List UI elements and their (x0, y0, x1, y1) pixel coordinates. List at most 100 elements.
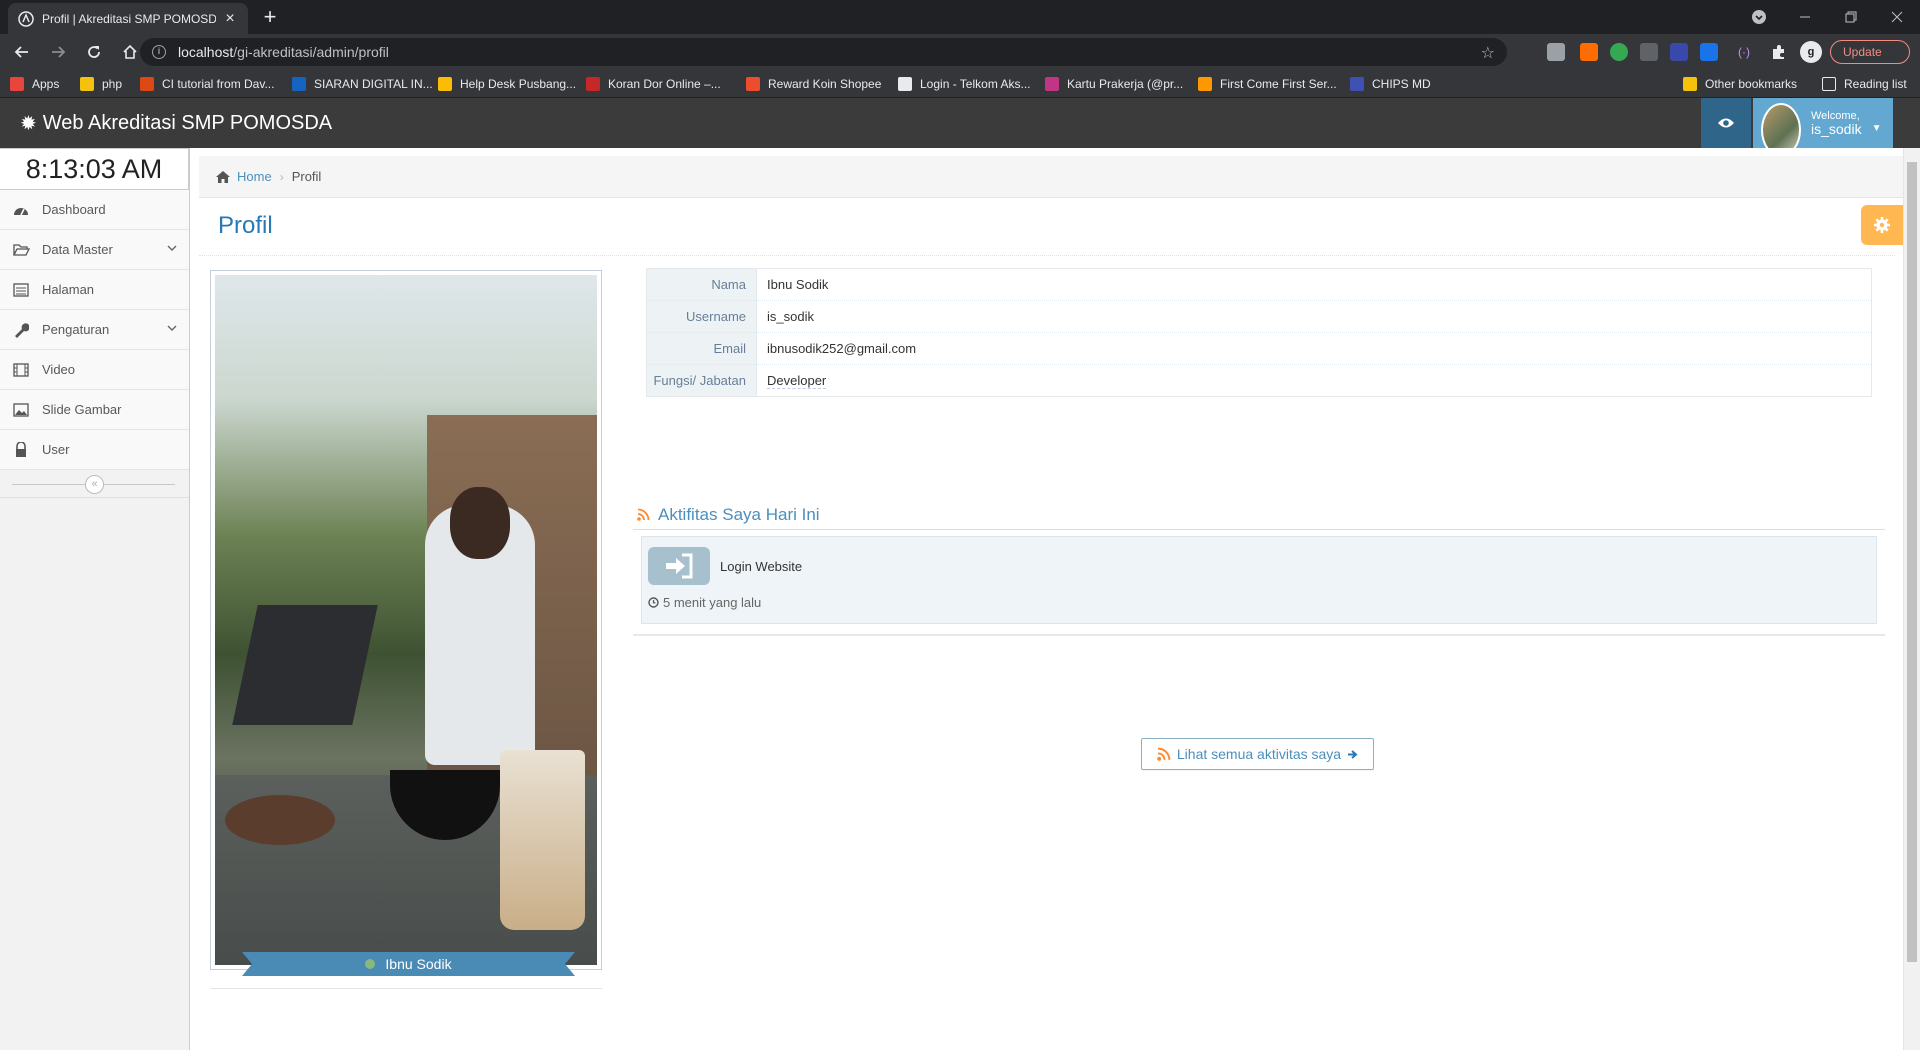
site-favicon-icon (18, 10, 34, 27)
dashboard-icon (12, 202, 30, 218)
minimize-icon[interactable] (1782, 0, 1828, 34)
extension-icon[interactable]: (·) (1738, 43, 1756, 61)
other-bookmarks[interactable]: Other bookmarks (1683, 76, 1797, 92)
extension-icon[interactable] (1670, 43, 1688, 61)
address-bar[interactable]: i localhost/gi-akreditasi/admin/profil ☆ (140, 38, 1507, 66)
chevron-down-icon (167, 325, 177, 331)
eye-icon (1718, 118, 1734, 128)
list-icon (12, 282, 30, 298)
sidebar-item-user[interactable]: User (0, 430, 189, 470)
bookmark-item[interactable]: Reward Koin Shopee (746, 76, 881, 92)
sidebar-item-label: Dashboard (42, 202, 106, 217)
bookmark-item[interactable]: Login - Telkom Aks... (898, 76, 1031, 92)
site-info-icon[interactable]: i (152, 45, 166, 59)
bookmark-item[interactable]: SIARAN DIGITAL IN... (292, 76, 433, 92)
profile-row: Fungsi/ Jabatan Developer (646, 364, 1872, 397)
bookmark-star-icon[interactable]: ☆ (1481, 43, 1495, 63)
tab-close-icon[interactable]: × (222, 10, 238, 27)
sidebar-item-label: Halaman (42, 282, 95, 297)
activity-label: Login Website (720, 559, 803, 574)
sidebar-item-dashboard[interactable]: Dashboard (0, 190, 189, 230)
extension-icon[interactable] (1547, 43, 1565, 61)
url-path: /gi-akreditasi/admin/profil (233, 44, 389, 60)
profile-key: Username (646, 300, 757, 333)
app-brand[interactable]: ✹ Web Akreditasi SMP POMOSDA (20, 111, 332, 136)
bookmark-item[interactable]: php (80, 76, 122, 92)
activity-header: Aktifitas Saya Hari Ini (633, 500, 1885, 530)
user-lock-icon (12, 441, 30, 458)
new-tab-button[interactable]: + (258, 6, 282, 30)
page-scrollbar-thumb[interactable] (1907, 162, 1917, 962)
bookmark-favicon-icon (80, 77, 94, 91)
bookmark-item[interactable]: Apps (10, 76, 59, 92)
bookmark-item[interactable]: Koran Dor Online –... (586, 76, 721, 92)
breadcrumb-current: Profil (291, 169, 322, 184)
breadcrumb-home-link[interactable]: Home (237, 169, 272, 184)
bookmark-label: Help Desk Pusbang... (460, 77, 577, 91)
divider (210, 988, 602, 989)
page-header: Profil (199, 206, 1895, 256)
breadcrumb-separator-icon: › (279, 169, 284, 184)
extensions-puzzle-icon[interactable] (1770, 43, 1788, 61)
page-scrollbar[interactable] (1903, 148, 1920, 1050)
main-content: Home › Profil Profil Ibnu Sodik Nama Ibnu… (191, 148, 1903, 1050)
sidebar-item-video[interactable]: Video (0, 350, 189, 390)
bookmark-favicon-icon (1350, 77, 1364, 91)
profile-key: Fungsi/ Jabatan (646, 364, 757, 397)
photo-cake (225, 795, 335, 845)
sidebar-item-pengaturan[interactable]: Pengaturan (0, 310, 189, 350)
restore-icon[interactable] (1828, 0, 1874, 34)
extension-icon[interactable] (1700, 43, 1718, 61)
extension-icon[interactable] (1580, 43, 1598, 61)
profile-photo[interactable] (215, 275, 597, 965)
bookmark-item[interactable]: CHIPS MD (1350, 76, 1431, 92)
view-all-activity-button[interactable]: Lihat semua aktivitas saya (1141, 738, 1374, 770)
sidebar-item-data-master[interactable]: Data Master (0, 230, 189, 270)
photo-head (450, 487, 510, 559)
reading-list[interactable]: Reading list (1822, 76, 1907, 92)
other-bookmarks-label: Other bookmarks (1705, 77, 1798, 91)
tab-title: Profil | Akreditasi SMP POMOSDA (42, 11, 216, 26)
clock-icon (648, 597, 659, 608)
ribbon-name: Ibnu Sodik (385, 956, 452, 972)
collapse-sidebar-icon[interactable]: « (85, 475, 104, 494)
bookmark-favicon-icon (10, 77, 24, 91)
bookmark-favicon-icon (1045, 77, 1059, 91)
login-icon (648, 547, 710, 585)
bookmark-favicon-icon (140, 77, 154, 91)
sidebar-item-label: Pengaturan (42, 322, 110, 337)
close-window-icon[interactable] (1874, 0, 1920, 34)
forward-icon[interactable] (44, 38, 72, 66)
sidebar-item-halaman[interactable]: Halaman (0, 270, 189, 310)
browser-update-button[interactable]: Update (1830, 40, 1910, 64)
rss-icon (637, 508, 650, 521)
film-icon (12, 362, 30, 378)
chevron-down-icon (167, 245, 177, 251)
wrench-icon (12, 322, 30, 338)
bookmark-item[interactable]: Kartu Prakerja (@pr... (1045, 76, 1183, 92)
profile-value[interactable]: Developer (757, 365, 1872, 397)
browser-toolbar: i localhost/gi-akreditasi/admin/profil ☆ (0, 34, 1920, 70)
bookmark-item[interactable]: Help Desk Pusbang... (438, 76, 576, 92)
profile-value-text: Developer (767, 373, 827, 389)
user-menu-button[interactable]: Welcome, is_sodik ▼ (1753, 98, 1893, 157)
bookmark-favicon-icon (1198, 77, 1212, 91)
view-site-button[interactable] (1701, 98, 1751, 148)
bookmark-favicon-icon (586, 77, 600, 91)
profile-row: Nama Ibnu Sodik (646, 268, 1872, 301)
profile-key: Nama (646, 268, 757, 301)
reload-icon[interactable] (80, 38, 108, 66)
bookmark-item[interactable]: First Come First Ser... (1198, 76, 1337, 92)
sidebar-item-slide-gambar[interactable]: Slide Gambar (0, 390, 189, 430)
back-icon[interactable] (8, 38, 36, 66)
folder-icon (1683, 77, 1697, 91)
url-host: localhost (178, 44, 234, 60)
browser-profile-avatar[interactable]: g (1800, 41, 1822, 63)
bookmark-item[interactable]: CI tutorial from Dav... (140, 76, 274, 92)
extension-icon[interactable] (1640, 43, 1658, 61)
bookmark-label: SIARAN DIGITAL IN... (314, 77, 433, 91)
tab-search-icon[interactable] (1736, 0, 1782, 34)
extension-icon[interactable] (1610, 43, 1628, 61)
browser-tab[interactable]: Profil | Akreditasi SMP POMOSDA × (8, 3, 248, 34)
sidebar-item-label: User (42, 442, 70, 457)
